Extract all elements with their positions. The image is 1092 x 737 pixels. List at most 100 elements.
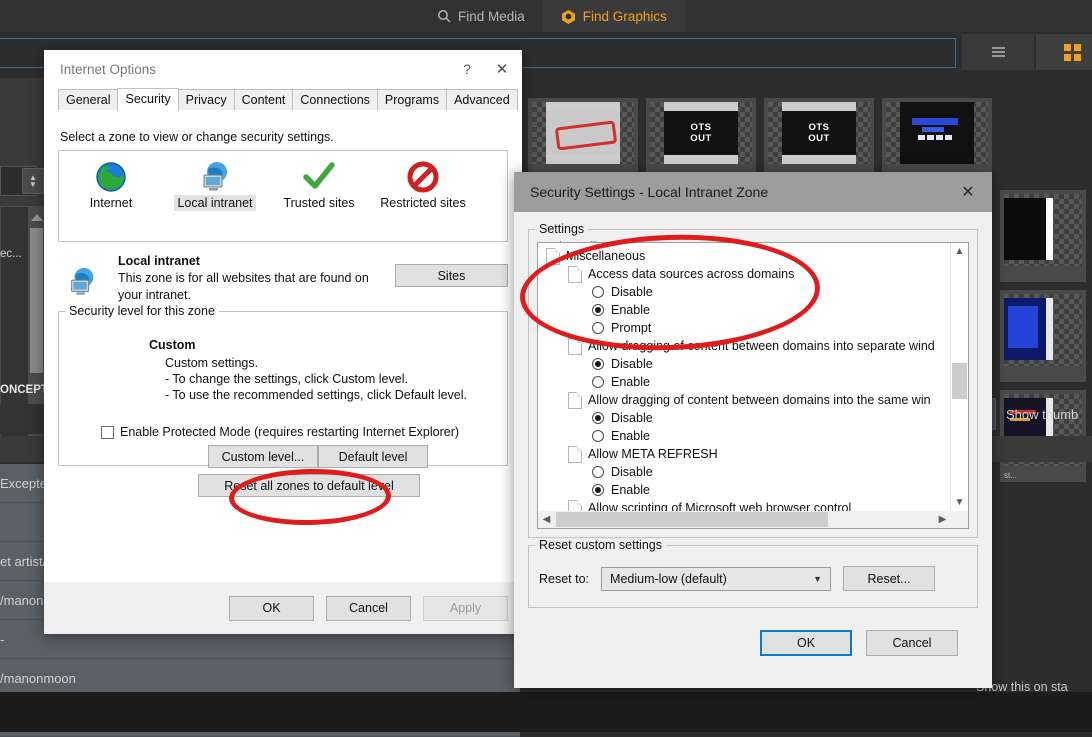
thumbnail-caption: st... bbox=[1004, 471, 1017, 480]
security-settings-footer: OK Cancel bbox=[528, 608, 978, 656]
security-settings-title: Security Settings - Local Intranet Zone bbox=[530, 184, 769, 200]
scroll-up-icon[interactable]: ▲ bbox=[951, 243, 968, 260]
close-icon[interactable]: ✕ bbox=[482, 60, 522, 78]
scroll-down-icon[interactable]: ▼ bbox=[951, 494, 968, 511]
tree-radio-row[interactable]: Disable bbox=[542, 283, 951, 301]
background-footer-bar bbox=[0, 692, 1092, 732]
view-mode-buttons bbox=[962, 34, 1092, 70]
sites-button[interactable]: Sites bbox=[395, 264, 508, 287]
radio-icon-selected[interactable] bbox=[592, 304, 604, 316]
reset-all-zones-button[interactable]: Reset all zones to default level bbox=[198, 474, 420, 497]
radio-icon-selected[interactable] bbox=[592, 412, 604, 424]
tree-row-label: Disable bbox=[611, 465, 653, 479]
search-icon bbox=[436, 9, 451, 24]
tab-find-media[interactable]: Find Media bbox=[418, 0, 543, 32]
radio-icon[interactable] bbox=[592, 376, 604, 388]
tab-connections[interactable]: Connections bbox=[292, 89, 378, 110]
horizontal-scroll-thumb[interactable] bbox=[556, 512, 828, 527]
zone-instruction-text: Select a zone to view or change security… bbox=[60, 130, 334, 144]
radio-icon-selected[interactable] bbox=[592, 358, 604, 370]
tab-privacy[interactable]: Privacy bbox=[177, 89, 235, 110]
tree-row-label: Disable bbox=[611, 285, 653, 299]
tab-programs[interactable]: Programs bbox=[376, 89, 448, 110]
tab-content[interactable]: Content bbox=[233, 89, 294, 110]
restricted-circle-icon bbox=[371, 159, 475, 195]
list-view-button[interactable] bbox=[962, 34, 1034, 70]
tree-radio-row[interactable]: Enable bbox=[542, 373, 951, 391]
settings-tree-container: Miscellaneous Access data sources across… bbox=[537, 242, 969, 529]
security-settings-body: Settings Miscellaneous Access data sourc… bbox=[514, 212, 992, 656]
zone-restricted-sites-label: Restricted sites bbox=[380, 196, 466, 210]
settings-vertical-scrollbar[interactable]: ▲ ▼ bbox=[950, 243, 968, 511]
zone-local-intranet-label: Local intranet bbox=[174, 195, 256, 211]
tree-radio-row[interactable]: Enable bbox=[542, 481, 951, 499]
tree-row[interactable]: Allow scripting of Microsoft web browser… bbox=[542, 499, 951, 511]
tree-row-label: Enable bbox=[611, 483, 650, 497]
scroll-up-icon[interactable] bbox=[31, 214, 43, 221]
zone-trusted-sites[interactable]: Trusted sites bbox=[267, 159, 371, 241]
radio-icon[interactable] bbox=[592, 322, 604, 334]
close-icon[interactable]: ✕ bbox=[944, 182, 992, 202]
default-level-button[interactable]: Default level bbox=[318, 445, 428, 468]
thumbnail-item[interactable] bbox=[1000, 190, 1086, 282]
thumbnail-image bbox=[886, 102, 988, 164]
tree-radio-row[interactable]: Disable bbox=[542, 463, 951, 481]
radio-icon[interactable] bbox=[592, 286, 604, 298]
tree-radio-row[interactable]: Enable bbox=[542, 427, 951, 445]
radio-icon[interactable] bbox=[592, 430, 604, 442]
tree-radio-row[interactable]: Disable bbox=[542, 409, 951, 427]
tree-row[interactable]: Miscellaneous bbox=[542, 247, 951, 265]
protected-mode-checkbox[interactable] bbox=[101, 425, 114, 439]
protected-mode-row[interactable]: Enable Protected Mode (requires restarti… bbox=[101, 425, 497, 439]
grid-view-button[interactable] bbox=[1036, 34, 1092, 70]
cancel-button[interactable]: Cancel bbox=[326, 595, 411, 621]
scroll-right-icon[interactable]: ▶ bbox=[934, 511, 951, 528]
thumbnail-item[interactable] bbox=[1000, 290, 1086, 382]
tab-advanced[interactable]: Advanced bbox=[446, 89, 518, 110]
tab-find-graphics[interactable]: Find Graphics bbox=[542, 0, 685, 32]
row-text: /manon bbox=[0, 592, 44, 608]
cancel-button[interactable]: Cancel bbox=[866, 630, 958, 656]
scroll-left-icon[interactable]: ◀ bbox=[538, 511, 555, 528]
thumbnail-image: OTS OUT bbox=[650, 102, 752, 164]
tab-security[interactable]: Security bbox=[117, 88, 179, 111]
graphics-hex-icon bbox=[561, 9, 576, 24]
folder-icon bbox=[568, 337, 582, 355]
tree-radio-row[interactable]: Prompt bbox=[542, 319, 951, 337]
tab-general[interactable]: General bbox=[58, 89, 119, 110]
zone-info: Local intranet This zone is for all webs… bbox=[58, 254, 508, 304]
custom-level-button[interactable]: Custom level... bbox=[208, 445, 318, 468]
zone-trusted-sites-label: Trusted sites bbox=[283, 196, 355, 210]
help-icon[interactable]: ? bbox=[452, 61, 482, 77]
tree-row[interactable]: Allow dragging of content between domain… bbox=[542, 391, 951, 409]
left-panel-spinner[interactable]: ▲ ▼ bbox=[22, 168, 44, 194]
tree-radio-row[interactable]: Disable bbox=[542, 355, 951, 373]
reset-button[interactable]: Reset... bbox=[843, 566, 936, 591]
tree-row[interactable]: Access data sources across domains bbox=[542, 265, 951, 283]
security-level-name: Custom bbox=[149, 338, 196, 352]
level-buttons: Custom level... Default level bbox=[69, 445, 497, 468]
folder-icon bbox=[568, 265, 582, 283]
settings-legend: Settings bbox=[539, 222, 585, 236]
internet-options-titlebar: Internet Options ? ✕ bbox=[44, 50, 522, 88]
grid-icon bbox=[1063, 43, 1081, 61]
globe-icon bbox=[59, 159, 163, 195]
tree-row-label: Allow scripting of Microsoft web browser… bbox=[588, 501, 852, 511]
tree-row-label: Prompt bbox=[611, 321, 652, 335]
left-panel-scroll-thumb[interactable] bbox=[30, 228, 43, 373]
radio-icon-selected[interactable] bbox=[592, 484, 604, 496]
ok-button[interactable]: OK bbox=[760, 630, 852, 656]
reset-to-select[interactable]: Medium-low (default) ▼ bbox=[601, 566, 832, 591]
tree-row[interactable]: Allow META REFRESH bbox=[542, 445, 951, 463]
vertical-scroll-thumb[interactable] bbox=[952, 363, 967, 399]
tree-radio-row[interactable]: Enable bbox=[542, 301, 951, 319]
tab-find-graphics-label: Find Graphics bbox=[582, 8, 667, 24]
radio-icon[interactable] bbox=[592, 466, 604, 478]
zone-restricted-sites[interactable]: Restricted sites bbox=[371, 159, 475, 241]
tree-row[interactable]: Allow dragging of content between domain… bbox=[542, 337, 951, 355]
zone-local-intranet[interactable]: Local intranet bbox=[163, 159, 267, 241]
ok-button[interactable]: OK bbox=[229, 595, 314, 621]
settings-horizontal-scrollbar[interactable]: ◀ ▶ bbox=[538, 511, 951, 528]
settings-tree[interactable]: Miscellaneous Access data sources across… bbox=[538, 243, 951, 511]
zone-internet[interactable]: Internet bbox=[59, 159, 163, 241]
